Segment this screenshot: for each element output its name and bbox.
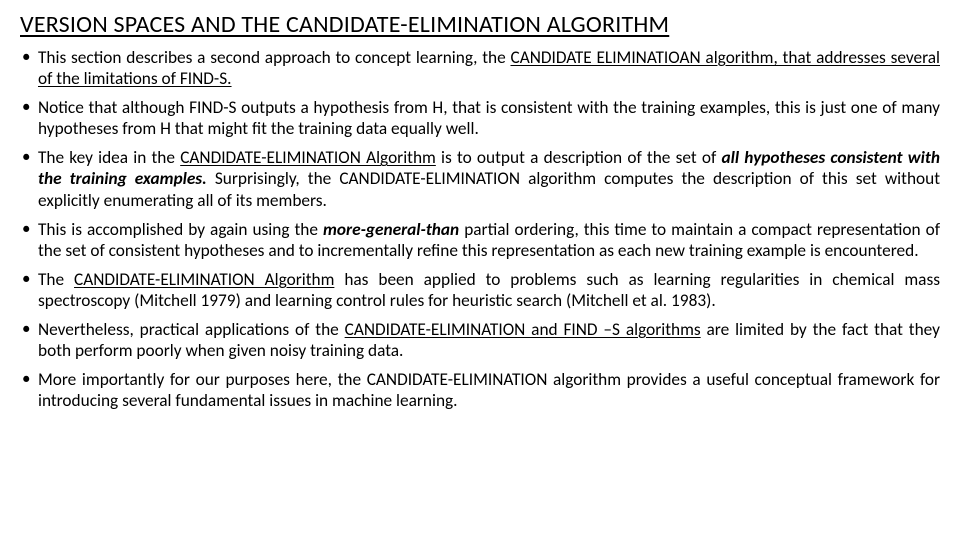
text-run: The key idea in the	[38, 147, 180, 168]
text-run: The	[38, 269, 74, 290]
bullet-item: This section describes a second approach…	[20, 47, 940, 89]
text-run: More importantly for our purposes here, …	[38, 369, 940, 411]
bold-italic-text: more-general-than	[323, 219, 459, 240]
underlined-text: CANDIDATE-ELIMINATION Algorithm	[180, 147, 436, 168]
bullet-item: More importantly for our purposes here, …	[20, 369, 940, 411]
underlined-text: CANDIDATE-ELIMINATION and FIND –S algori…	[345, 319, 701, 340]
text-run: Nevertheless, practical applications of …	[38, 319, 345, 340]
underlined-text: CANDIDATE-ELIMINATION Algorithm	[74, 269, 334, 290]
slide-title: VERSION SPACES AND THE CANDIDATE-ELIMINA…	[20, 10, 940, 39]
text-run: This section describes a second approach…	[38, 47, 510, 68]
bullet-item: The CANDIDATE-ELIMINATION Algorithm has …	[20, 269, 940, 311]
text-run: is to output a description of the set of	[436, 147, 722, 168]
bullet-list: This section describes a second approach…	[20, 47, 940, 411]
bullet-item: Nevertheless, practical applications of …	[20, 319, 940, 361]
slide: VERSION SPACES AND THE CANDIDATE-ELIMINA…	[0, 0, 960, 540]
text-run: This is accomplished by again using the	[38, 219, 323, 240]
bullet-item: The key idea in the CANDIDATE-ELIMINATIO…	[20, 147, 940, 210]
bullet-item: This is accomplished by again using the …	[20, 219, 940, 261]
bullet-item: Notice that although FIND-S outputs a hy…	[20, 97, 940, 139]
text-run: Notice that although FIND-S outputs a hy…	[38, 97, 940, 139]
